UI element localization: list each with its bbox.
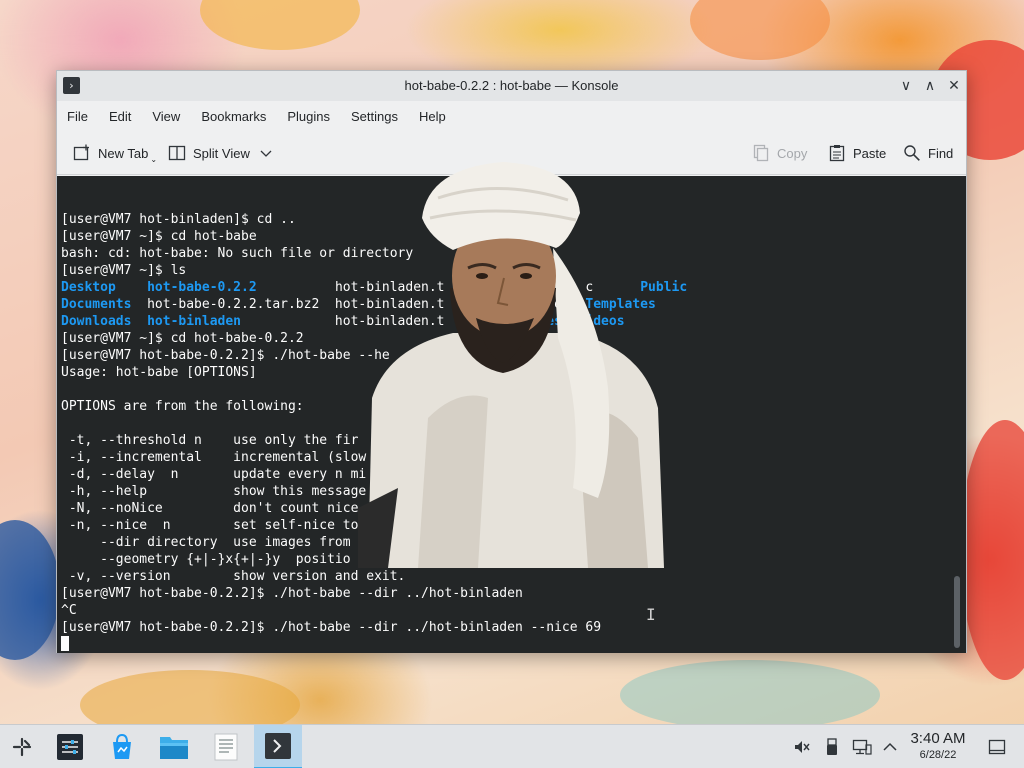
text-cursor-ibeam-icon: I — [646, 605, 656, 624]
show-desktop-icon[interactable] — [987, 737, 1007, 757]
menu-view[interactable]: View — [152, 109, 180, 124]
new-tab-label: New Tab — [98, 145, 149, 161]
clock-time: 3:40 AM — [910, 730, 966, 747]
discover-icon — [113, 733, 131, 759]
chevron-up-icon[interactable] — [880, 737, 900, 757]
usb-icon[interactable] — [822, 737, 842, 757]
terminal-text: [user@VM7 ~]$ cd hot-babe — [61, 229, 257, 244]
volume-muted-icon[interactable] — [792, 737, 812, 757]
dolphin-file-manager-button[interactable] — [152, 725, 196, 768]
paste-icon — [829, 145, 845, 162]
text-editor-button[interactable] — [204, 725, 248, 768]
terminal-text: -h, --help show this message — [61, 484, 367, 499]
find-button[interactable]: Find — [903, 142, 953, 164]
terminal-scrollbar[interactable] — [954, 576, 960, 648]
terminal-text: [user@VM7 hot-babe-0.2.2]$ ./hot-babe --… — [61, 586, 523, 601]
terminal-text: -n, --nice n set self-nice to — [61, 518, 359, 533]
paste-label: Paste — [853, 145, 887, 161]
terminal-text: Desktop — [61, 280, 148, 295]
discover-button[interactable] — [100, 725, 144, 768]
wallpaper-shape — [620, 660, 880, 730]
copy-icon — [753, 144, 769, 162]
chevron-down-icon — [260, 150, 272, 157]
terminal-text: Usage: hot-babe [OPTIONS] — [61, 365, 257, 380]
terminal-line: [user@VM7 hot-babe-0.2.2]$ ./hot-babe --… — [61, 585, 687, 602]
terminal-text: [user@VM7 hot-babe-0.2.2]$ ./hot-babe --… — [61, 620, 602, 635]
terminal-text: OPTIONS are from the following: — [61, 399, 304, 414]
terminal-text: --dir directory use images from — [61, 535, 351, 550]
konsole-icon — [265, 733, 291, 759]
terminal-text: [user@VM7 ~]$ ls — [61, 263, 187, 278]
split-view-button[interactable]: Split View — [168, 142, 272, 164]
terminal-text: -d, --delay n update every n mi — [61, 467, 367, 482]
window-titlebar[interactable]: › hot-babe-0.2.2 : hot-babe — Konsole ∨ … — [57, 71, 966, 101]
menu-plugins[interactable]: Plugins — [287, 109, 330, 124]
dolphin-icon — [160, 737, 188, 759]
system-settings-button[interactable] — [48, 725, 92, 768]
network-icon[interactable] — [852, 737, 872, 757]
minimize-button[interactable]: ∨ — [896, 76, 916, 96]
menu-settings[interactable]: Settings — [351, 109, 398, 124]
text-editor-icon — [214, 733, 238, 761]
chevron-down-icon: ⌄ — [150, 154, 158, 164]
terminal-text: ^C — [61, 603, 77, 618]
terminal-text: --geometry {+|-}x{+|-}y positio — [61, 552, 351, 567]
terminal-text: -i, --incremental incremental (slow — [61, 450, 367, 465]
menu-edit[interactable]: Edit — [109, 109, 131, 124]
menu-help[interactable]: Help — [419, 109, 446, 124]
hot-babe-overlay-image — [358, 162, 664, 568]
terminal-text: -v, --version show version and exit. — [61, 569, 406, 584]
terminal-text: -N, --noNice don't count nice — [61, 501, 359, 516]
terminal-text: Downloads — [61, 314, 148, 329]
terminal-text: [user@VM7 ~]$ cd hot-babe-0.2.2 — [61, 331, 304, 346]
window-title: hot-babe-0.2.2 : hot-babe — Konsole — [404, 78, 619, 93]
new-tab-icon — [73, 144, 89, 161]
wallpaper-shape — [200, 0, 360, 50]
new-tab-button[interactable]: New Tab ⌄ — [73, 142, 157, 164]
maximize-button[interactable]: ∧ — [920, 76, 940, 96]
digital-clock[interactable]: 3:40 AM 6/28/22 — [904, 730, 972, 762]
terminal-text: [user@VM7 hot-babe-0.2.2]$ ./hot-babe --… — [61, 348, 390, 363]
copy-label: Copy — [777, 145, 808, 161]
application-launcher-button[interactable] — [0, 725, 44, 768]
terminal-text: hot-binladen — [147, 314, 242, 329]
application-launcher-icon — [12, 737, 32, 757]
paste-button[interactable]: Paste — [828, 142, 886, 164]
wallpaper-shape — [690, 0, 830, 60]
find-label: Find — [928, 145, 954, 161]
search-icon — [904, 145, 920, 161]
copy-button[interactable]: Copy — [752, 142, 807, 164]
terminal-line: [user@VM7 hot-babe-0.2.2]$ ./hot-babe --… — [61, 619, 687, 636]
terminal-cursor — [61, 636, 69, 651]
terminal-text: [user@VM7 hot-binladen]$ cd .. — [61, 212, 296, 227]
split-view-icon — [168, 145, 186, 161]
terminal-line: -v, --version show version and exit. — [61, 568, 687, 585]
wallpaper-shape — [960, 420, 1024, 680]
wallpaper-shape — [0, 520, 60, 660]
clock-date: 6/28/22 — [919, 749, 957, 761]
konsole-task-button[interactable] — [254, 725, 302, 768]
terminal-text: hot-babe-0.2.2 — [147, 280, 257, 295]
terminal-line: ^C — [61, 602, 687, 619]
close-button[interactable]: ✕ — [944, 76, 964, 96]
menu-bookmarks[interactable]: Bookmarks — [201, 109, 266, 124]
terminal-text: -t, --threshold n use only the fir — [61, 433, 359, 448]
terminal-cursor-line — [61, 636, 687, 653]
terminal-text: Documents — [61, 297, 148, 312]
menu-file[interactable]: File — [67, 109, 88, 124]
split-view-label: Split View — [193, 145, 250, 161]
menubar: File Edit View Bookmarks Plugins Setting… — [57, 101, 966, 131]
system-settings-icon — [57, 734, 83, 760]
taskbar: 3:40 AM 6/28/22 — [0, 724, 1024, 768]
